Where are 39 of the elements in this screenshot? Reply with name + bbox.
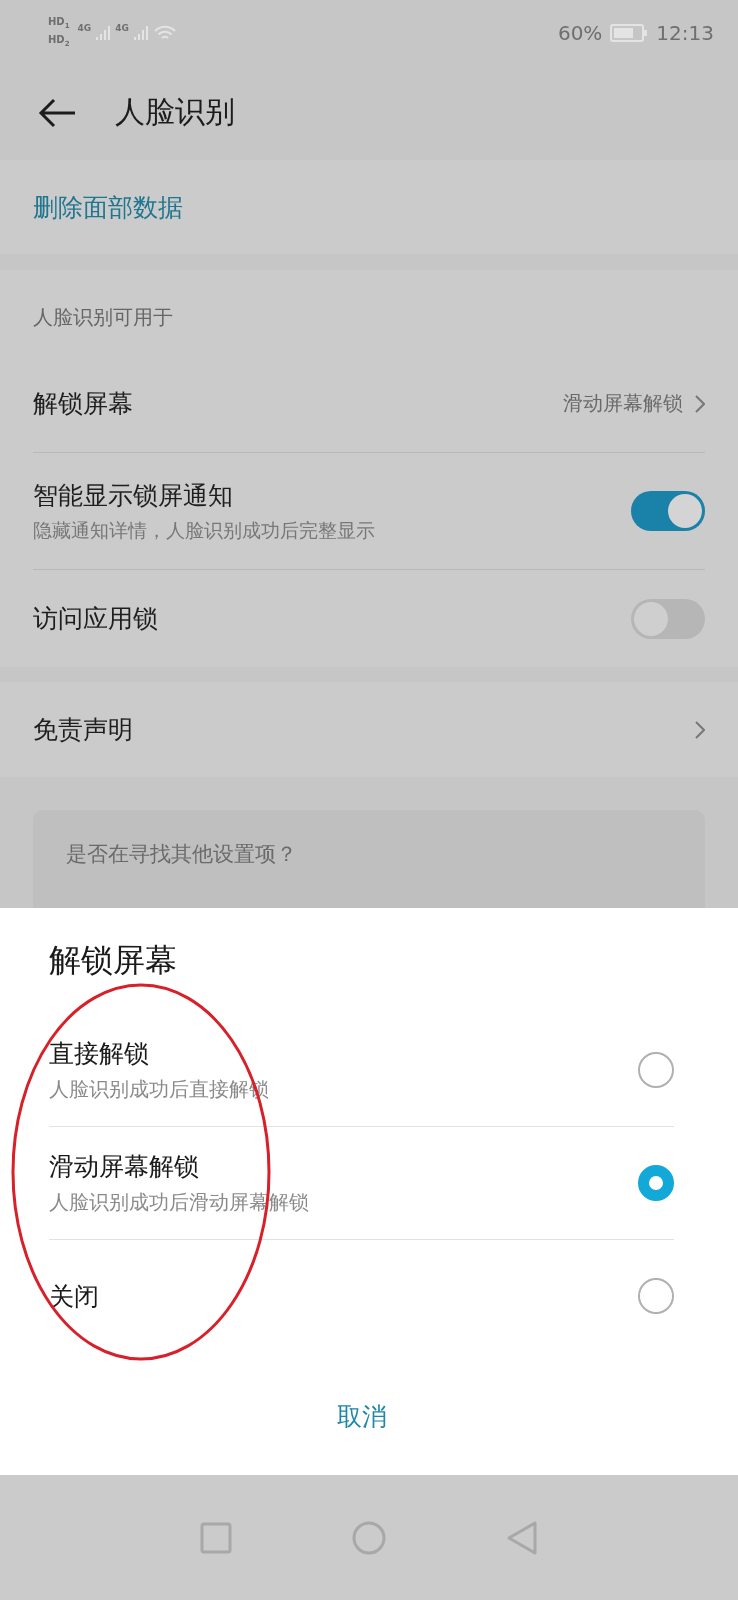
radio-button[interactable]: [638, 1278, 674, 1314]
row-value: 滑动屏幕解锁: [563, 390, 683, 417]
radio-button[interactable]: [638, 1052, 674, 1088]
battery-icon: [610, 22, 649, 43]
radio-button[interactable]: [638, 1165, 674, 1201]
disclaimer-row[interactable]: 免责声明: [0, 682, 738, 777]
row-title: 访问应用锁: [33, 603, 159, 635]
row-title: 解锁屏幕: [33, 388, 134, 420]
suggestion-text: 是否在寻找其他设置项？: [66, 841, 297, 868]
back-arrow-icon[interactable]: [37, 96, 77, 129]
signal-icon: [95, 24, 112, 41]
home-icon[interactable]: [352, 1520, 386, 1555]
hd-label: HD$_{1}$: [48, 14, 70, 32]
cancel-button[interactable]: 取消: [316, 1386, 407, 1447]
network-type: 4G: [115, 22, 129, 33]
row-title: 免责声明: [33, 714, 133, 746]
row-subtitle: 隐藏通知详情，人脸识别成功后完整显示: [33, 517, 376, 543]
settings-row[interactable]: 解锁屏幕 滑动屏幕解锁: [33, 355, 705, 452]
section-title: 人脸识别可用于: [33, 304, 174, 331]
signal-icon: [132, 24, 149, 41]
chevron-icon: [695, 394, 705, 413]
dialog-title: 解锁屏幕: [49, 940, 178, 981]
settings-row[interactable]: 访问应用锁: [33, 569, 705, 667]
battery-percent: 60%: [557, 20, 603, 45]
toggle-switch[interactable]: [631, 598, 705, 639]
radio-option[interactable]: 关闭: [49, 1239, 674, 1352]
row-title: 智能显示锁屏通知: [33, 479, 234, 512]
toggle-switch[interactable]: [631, 491, 705, 531]
option-title: 滑动屏幕解锁: [49, 1151, 200, 1183]
clock-time: 12:13: [656, 20, 714, 45]
network-type: 4G: [77, 22, 92, 33]
recents-icon[interactable]: [200, 1521, 232, 1554]
settings-row[interactable]: 智能显示锁屏通知 隐藏通知详情，人脸识别成功后完整显示: [33, 452, 705, 569]
option-title: 直接解锁: [49, 1038, 150, 1070]
option-title: 关闭: [49, 1280, 100, 1313]
hd-label: HD$_{2}$: [48, 32, 70, 50]
back-icon[interactable]: [506, 1520, 538, 1555]
chevron-icon: [695, 720, 705, 739]
page-title: 人脸识别: [115, 93, 235, 131]
